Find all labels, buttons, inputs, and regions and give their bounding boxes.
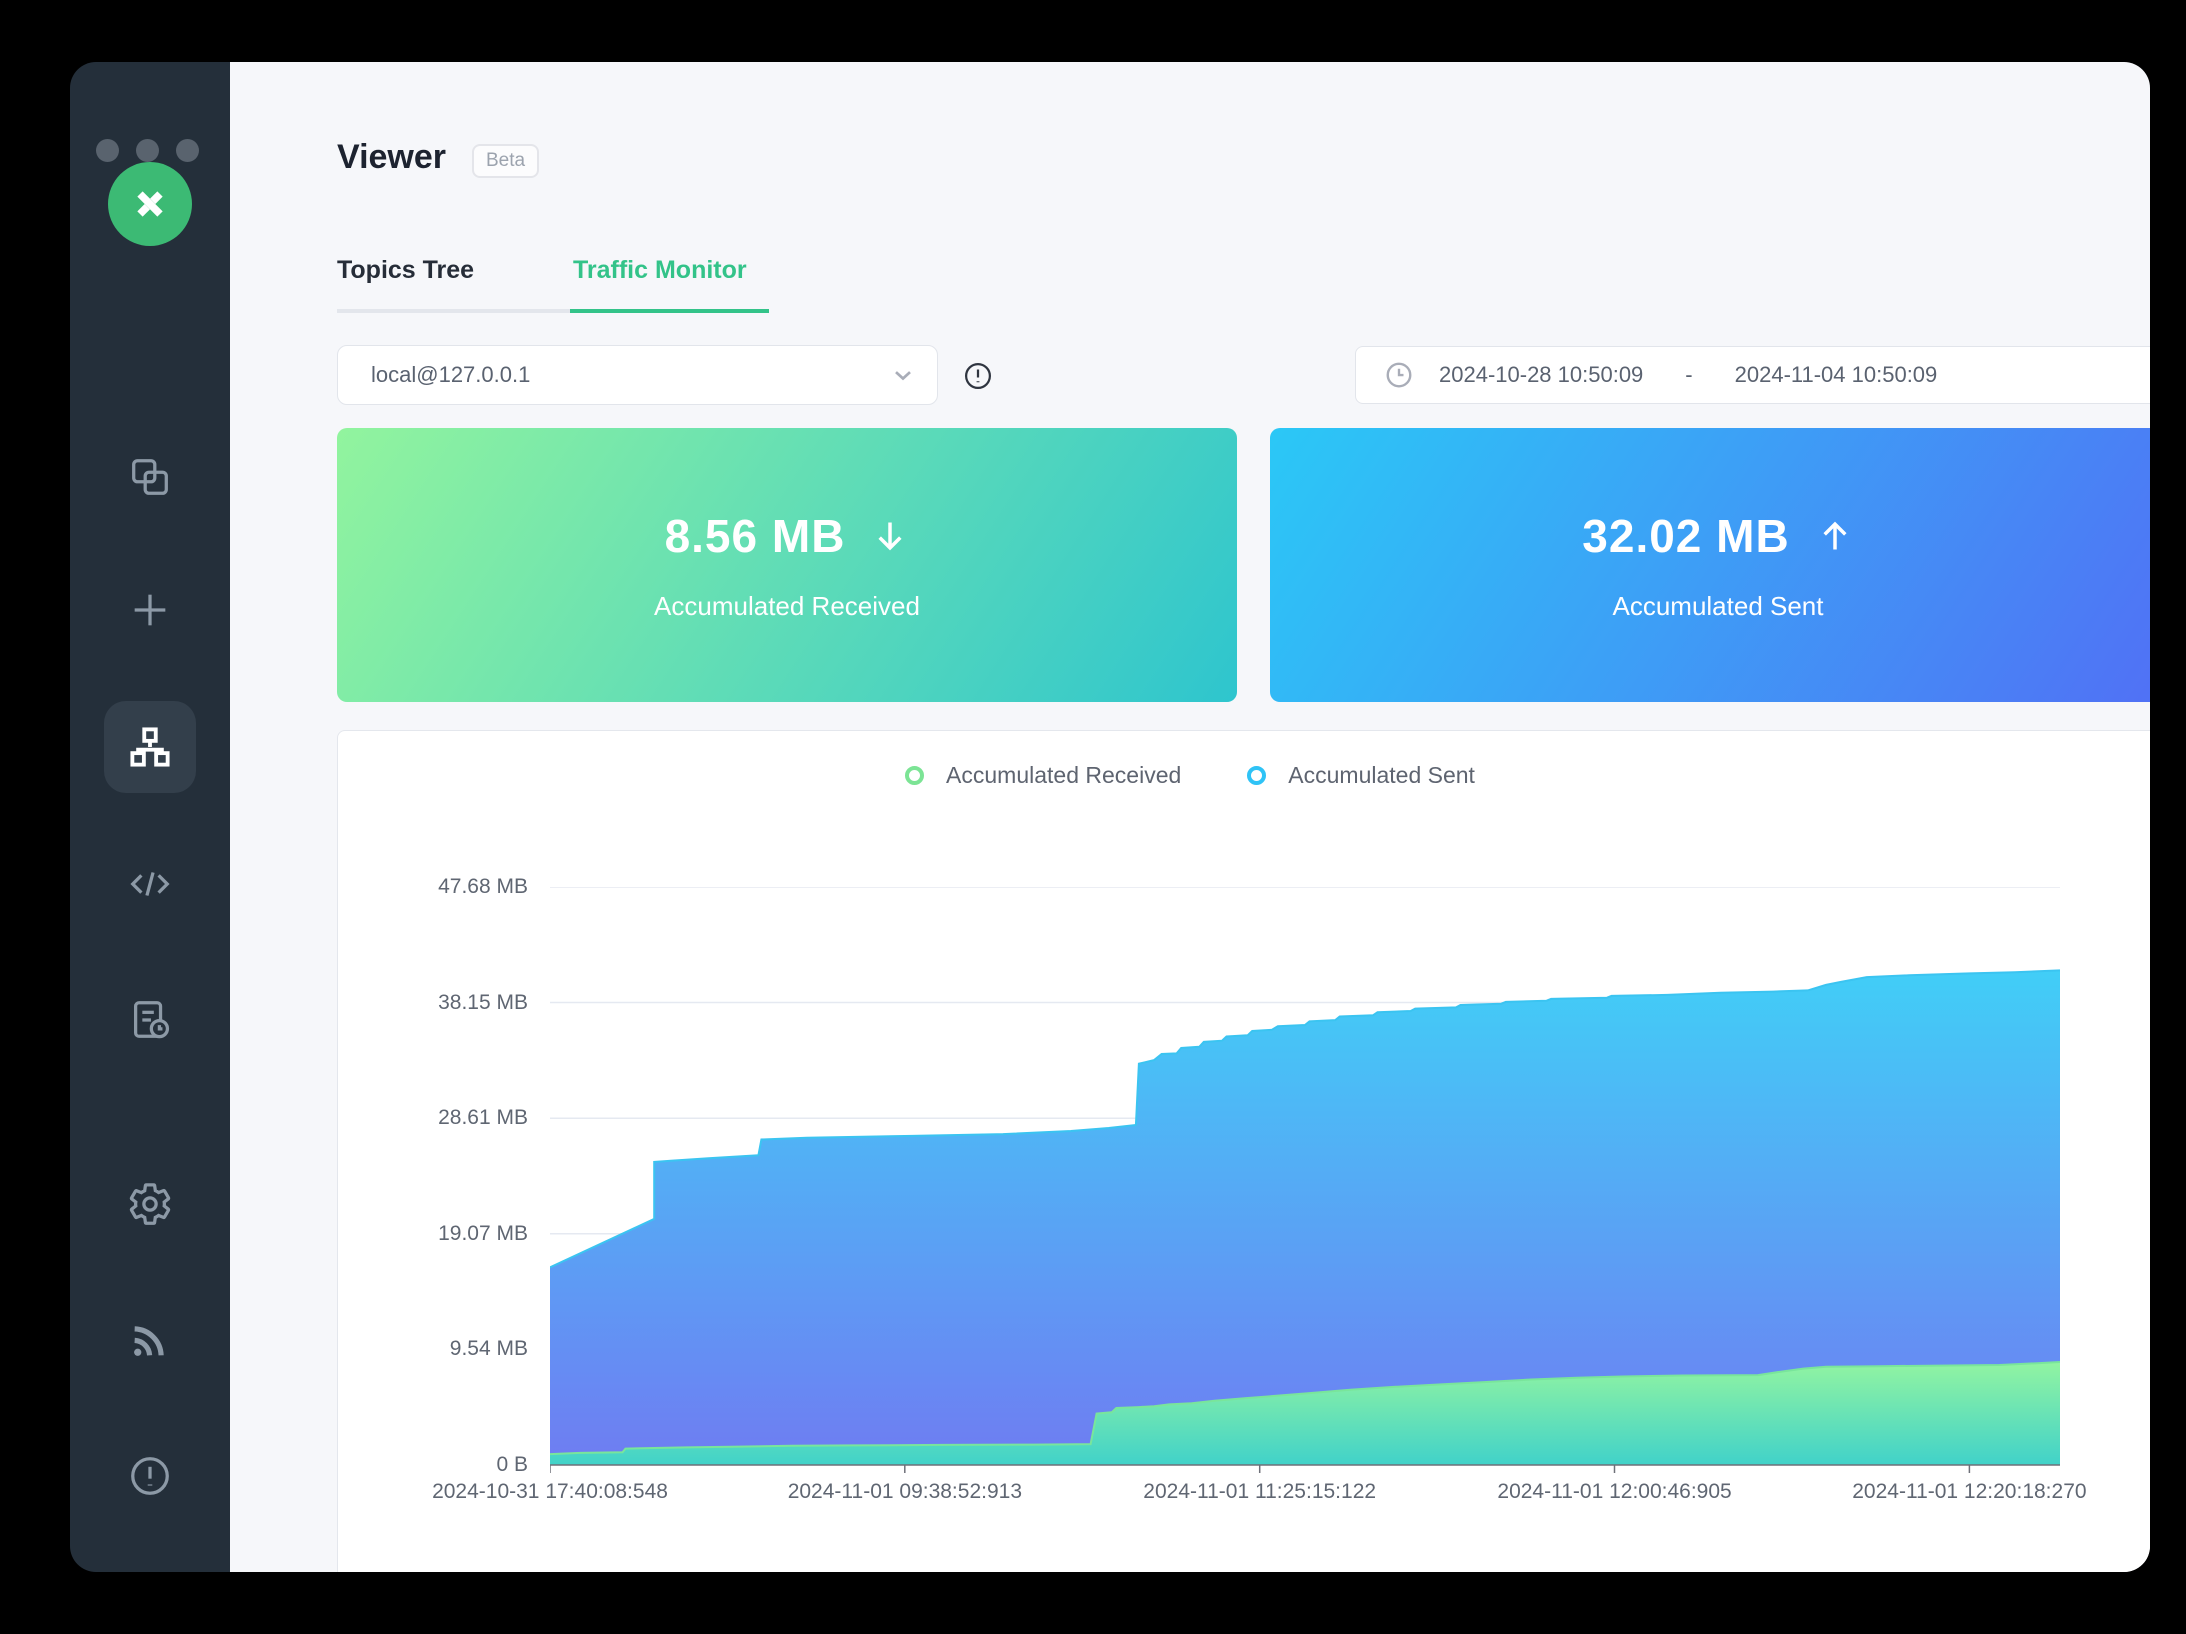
tab-active-underline xyxy=(570,309,769,313)
legend-item[interactable]: Accumulated Received xyxy=(905,762,1181,789)
x-tick-label: 2024-11-01 12:00:46:905 xyxy=(1425,1480,1805,1504)
x-tick-label: 2024-11-01 12:20:18:270 xyxy=(1779,1480,2150,1504)
broadcast-icon[interactable] xyxy=(104,1294,196,1386)
sidebar xyxy=(70,62,230,1572)
tab-topics-tree[interactable]: Topics Tree xyxy=(337,256,474,285)
sent-value: 32.02 MB xyxy=(1582,509,1789,563)
legend-ring-icon xyxy=(1247,766,1266,785)
screen: Viewer Beta Topics Tree Traffic Monitor … xyxy=(0,0,2186,1634)
traffic-area-chart[interactable] xyxy=(550,887,2060,1477)
date-range-picker[interactable]: 2024-10-28 10:50:09 - 2024-11-04 10:50:0… xyxy=(1355,346,2150,404)
script-icon[interactable] xyxy=(104,838,196,930)
up-arrow-icon xyxy=(1816,517,1854,555)
legend-item[interactable]: Accumulated Sent xyxy=(1247,762,1475,789)
alert-circle-icon[interactable] xyxy=(963,361,993,391)
chart-legend: Accumulated Received Accumulated Sent xyxy=(230,762,2150,789)
connection-select[interactable]: local@127.0.0.1 xyxy=(337,345,938,405)
y-tick-label: 19.07 MB xyxy=(378,1221,528,1247)
connections-icon[interactable] xyxy=(104,431,196,523)
connection-select-value: local@127.0.0.1 xyxy=(371,362,889,388)
y-tick-label: 0 B xyxy=(378,1452,528,1478)
main-content: Viewer Beta Topics Tree Traffic Monitor … xyxy=(230,62,2150,1572)
settings-icon[interactable] xyxy=(104,1158,196,1250)
legend-label: Accumulated Sent xyxy=(1288,762,1475,789)
down-arrow-icon xyxy=(871,517,909,555)
accumulated-sent-card: 32.02 MB Accumulated Sent xyxy=(1270,428,2150,702)
viewer-tree-icon[interactable] xyxy=(104,701,196,793)
traffic-light-close-icon[interactable] xyxy=(96,139,119,162)
clock-icon xyxy=(1384,360,1414,390)
beta-badge: Beta xyxy=(472,144,539,178)
new-connection-icon[interactable] xyxy=(104,564,196,656)
date-range-start[interactable]: 2024-10-28 10:50:09 xyxy=(1439,362,1643,388)
received-value: 8.56 MB xyxy=(665,509,846,563)
x-tick-label: 2024-11-01 11:25:15:122 xyxy=(1070,1480,1450,1504)
chevron-down-icon xyxy=(889,361,917,389)
y-tick-label: 28.61 MB xyxy=(378,1105,528,1131)
received-label: Accumulated Received xyxy=(654,591,920,622)
log-icon[interactable] xyxy=(104,974,196,1066)
sent-label: Accumulated Sent xyxy=(1612,591,1823,622)
page-title: Viewer xyxy=(337,138,446,177)
x-tick-label: 2024-11-01 09:38:52:913 xyxy=(715,1480,1095,1504)
traffic-light-zoom-icon[interactable] xyxy=(176,139,199,162)
y-tick-label: 9.54 MB xyxy=(378,1336,528,1362)
accumulated-received-card: 8.56 MB Accumulated Received xyxy=(337,428,1237,702)
legend-ring-icon xyxy=(905,766,924,785)
x-tick-label: 2024-10-31 17:40:08:548 xyxy=(360,1480,740,1504)
app-window: Viewer Beta Topics Tree Traffic Monitor … xyxy=(70,62,2150,1572)
traffic-light-minimize-icon[interactable] xyxy=(136,139,159,162)
legend-label: Accumulated Received xyxy=(946,762,1181,789)
date-range-end[interactable]: 2024-11-04 10:50:09 xyxy=(1735,362,1938,388)
tab-underline-track xyxy=(337,309,570,313)
tab-traffic-monitor[interactable]: Traffic Monitor xyxy=(573,256,747,285)
date-range-separator: - xyxy=(1685,362,1692,388)
y-tick-label: 47.68 MB xyxy=(378,874,528,900)
about-icon[interactable] xyxy=(104,1430,196,1522)
mqttx-logo xyxy=(108,162,192,246)
y-tick-label: 38.15 MB xyxy=(378,990,528,1016)
